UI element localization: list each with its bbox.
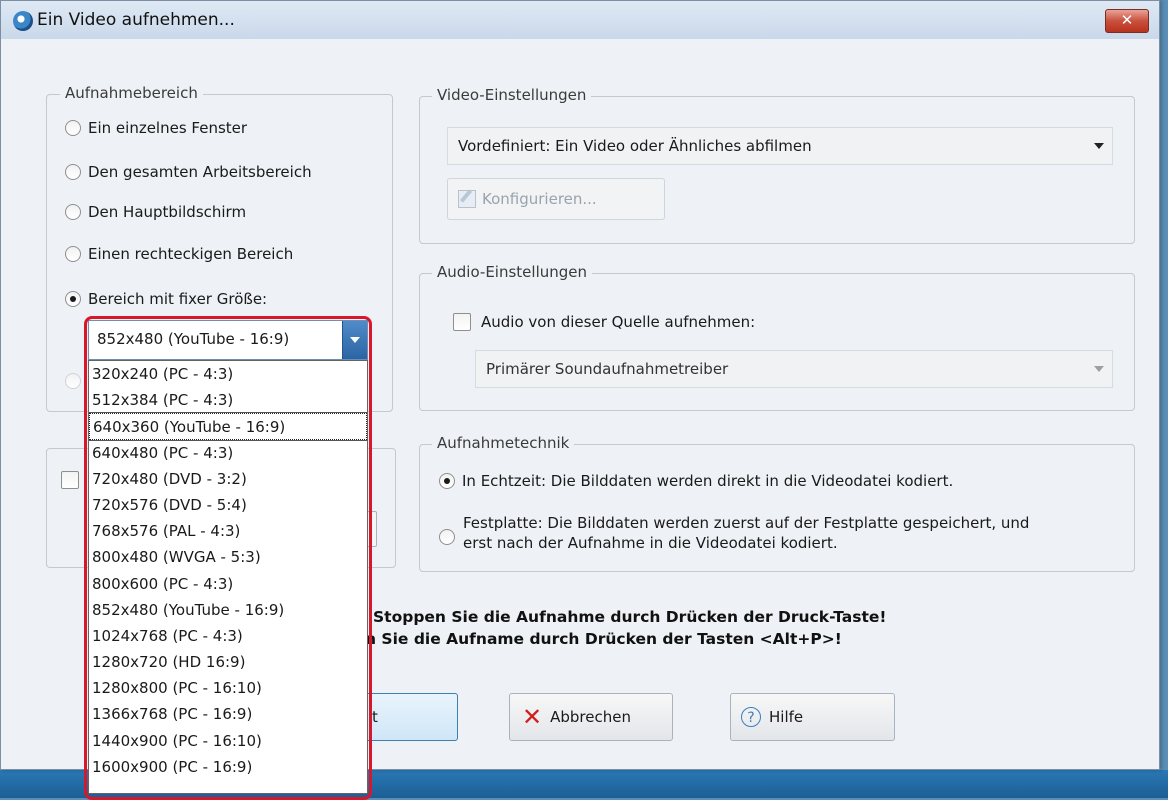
radio-label: Den gesamten Arbeitsbereich <box>88 163 312 181</box>
close-icon: ✕ <box>522 703 543 731</box>
radio-button[interactable] <box>65 246 81 262</box>
radio-main-screen[interactable]: Den Hauptbildschirm <box>65 203 246 221</box>
radio-realtime[interactable]: In Echtzeit: Die Bilddaten werden direkt… <box>439 472 953 490</box>
radio-whole-workspace[interactable]: Den gesamten Arbeitsbereich <box>65 163 312 181</box>
radio-label: Den Hauptbildschirm <box>88 203 247 221</box>
app-icon <box>13 11 33 31</box>
radio-harddisk[interactable] <box>439 523 462 549</box>
stop-hint: Stoppen Sie die Aufnahme durch Drücken d… <box>373 608 887 626</box>
window-title: Ein Video aufnehmen... <box>37 10 235 30</box>
harddisk-label: Festplatte: Die Bilddaten werden zuerst … <box>463 513 1029 553</box>
checkbox[interactable] <box>61 471 79 489</box>
video-settings-group: Video-Einstellungen <box>419 86 1135 244</box>
radio-single-window[interactable]: Ein einzelnes Fenster <box>65 119 247 137</box>
audio-source-value: Primärer Soundaufnahmetreiber <box>486 360 729 378</box>
radio-label: In Echtzeit: Die Bilddaten werden direkt… <box>462 472 954 490</box>
edit-icon <box>458 189 476 208</box>
radio-button[interactable] <box>65 291 81 307</box>
hidden-checkbox[interactable] <box>61 471 79 489</box>
audio-settings-title: Audio-Einstellungen <box>432 263 593 281</box>
radio-rectangle-area[interactable]: Einen rechteckigen Bereich <box>65 245 293 263</box>
pause-hint: n Sie die Aufname durch Drücken der Tast… <box>365 630 842 648</box>
radio-label: Einen rechteckigen Bereich <box>88 245 294 263</box>
cancel-label: Abbrechen <box>550 708 631 726</box>
radio-button[interactable] <box>65 373 81 389</box>
close-button[interactable]: ✕ <box>1105 9 1149 33</box>
audio-source-select[interactable]: Primärer Soundaufnahmetreiber <box>475 350 1113 388</box>
cancel-button[interactable]: ✕ Abbrechen <box>509 693 673 741</box>
radio-fixed-size[interactable]: Bereich mit fixer Größe: <box>65 290 267 308</box>
audio-record-label: Audio von dieser Quelle aufnehmen: <box>481 313 756 331</box>
video-preset-select[interactable]: Vordefiniert: Ein Video oder Ähnliches a… <box>447 127 1113 165</box>
video-preset-value: Vordefiniert: Ein Video oder Ähnliches a… <box>458 137 812 155</box>
radio-button[interactable] <box>439 529 455 545</box>
radio-button[interactable] <box>65 164 81 180</box>
capture-area-title: Aufnahmebereich <box>60 84 203 102</box>
highlight-frame <box>84 316 372 800</box>
radio-label: Ein einzelnes Fenster <box>88 119 248 137</box>
radio-button[interactable] <box>439 473 455 489</box>
chevron-down-icon <box>1094 143 1104 149</box>
help-icon: ? <box>741 707 761 727</box>
help-button[interactable]: ? Hilfe <box>730 693 895 741</box>
radio-button[interactable] <box>65 120 81 136</box>
radio-label: Bereich mit fixer Größe: <box>88 290 268 308</box>
audio-settings-group: Audio-Einstellungen <box>419 263 1135 411</box>
audio-record-row[interactable]: Audio von dieser Quelle aufnehmen: <box>453 313 755 331</box>
harddisk-label-line1: Festplatte: Die Bilddaten werden zuerst … <box>463 514 1030 532</box>
help-label: Hilfe <box>769 708 804 726</box>
chevron-down-icon <box>1094 366 1104 372</box>
configure-label: Konfigurieren... <box>482 190 597 208</box>
configure-button[interactable]: Konfigurieren... <box>447 178 665 220</box>
capture-technique-title: Aufnahmetechnik <box>432 434 575 452</box>
radio-button[interactable] <box>65 204 81 220</box>
title-bar: Ein Video aufnehmen... ✕ <box>1 1 1159 39</box>
ok-label: t <box>372 708 378 726</box>
video-settings-title: Video-Einstellungen <box>432 86 592 104</box>
harddisk-label-line2: erst nach der Aufnahme in die Videodatei… <box>463 534 838 552</box>
audio-record-checkbox[interactable] <box>453 313 471 331</box>
